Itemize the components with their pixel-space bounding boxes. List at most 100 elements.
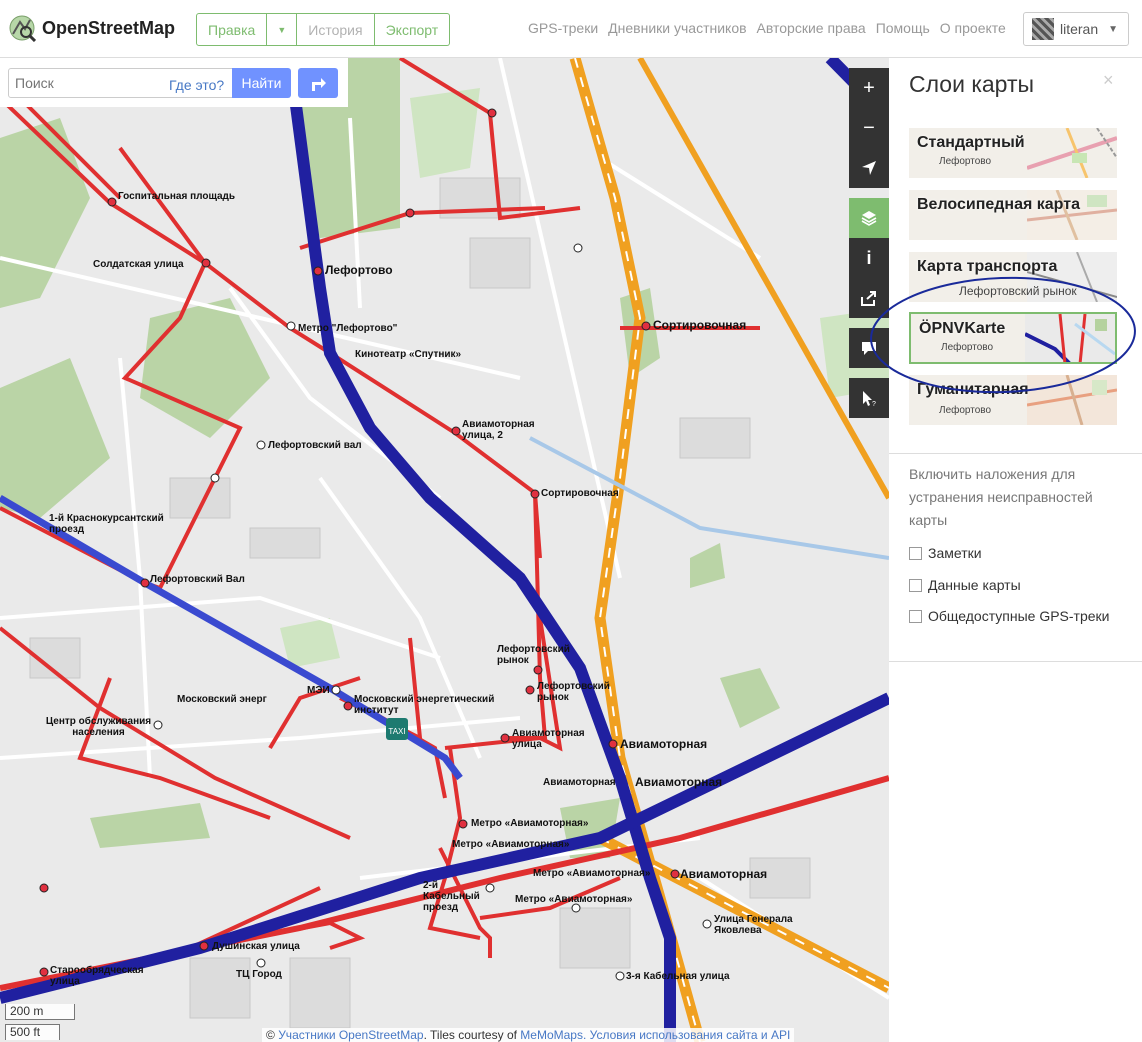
nav-copyright[interactable]: Авторские права [757, 20, 866, 36]
top-nav: GPS-треки Дневники участников Авторские … [528, 20, 1006, 36]
plus-icon: + [863, 76, 875, 99]
map-label: Сортировочная [653, 318, 747, 332]
map-label: МЭИ [307, 685, 330, 696]
terms-link[interactable]: . Условия использования сайта и API [583, 1028, 790, 1042]
layer-sublabel: Лефортово [939, 156, 992, 167]
history-button[interactable]: История [297, 13, 375, 46]
map-label: 1-й Краснокурсантский проезд [49, 513, 164, 535]
map-label: Центр обслуживания населения [45, 716, 152, 738]
map-label: Солдатская улица [93, 259, 184, 270]
map-label: Госпитальная площадь [118, 191, 236, 202]
map-label: 3-я Кабельная улица [626, 971, 730, 982]
map-label: Авиамоторная [680, 867, 768, 881]
map-label: Авиамоторная улица [512, 728, 585, 750]
nav-user-diaries[interactable]: Дневники участников [608, 20, 746, 36]
scale-metric: 200 m [5, 1004, 75, 1020]
map-label: Авиамоторная улица, 2 [462, 419, 535, 441]
nav-about[interactable]: О проекте [940, 20, 1006, 36]
map-label: Авиамоторная [635, 775, 723, 789]
divider [889, 453, 1142, 454]
map-label: Метро "Лефортово" [298, 323, 398, 334]
header: OpenStreetMap Правка ▼ История Экспорт G… [0, 0, 1142, 58]
map-label: Авиамоторная [620, 737, 708, 751]
map-label: Кинотеатр «Спутник» [355, 349, 462, 360]
username: literan [1060, 21, 1099, 37]
map-label: Лефортовский вал [268, 440, 362, 451]
map-label: Метро «Авиамоторная» [515, 894, 633, 905]
layer-name: Стандартный [917, 134, 1025, 151]
divider [889, 661, 1142, 662]
map-label: Душинская улица [212, 941, 300, 952]
user-menu[interactable]: literan ▼ [1023, 12, 1129, 46]
map-label: Лефортовский Вал [150, 574, 245, 585]
map-label: Метро «Авиамоторная» [533, 868, 651, 879]
locate-arrow-icon [862, 161, 876, 175]
map-label: Лефортовский рынок [537, 681, 610, 703]
overlay-gps-row[interactable]: Общедоступные GPS-треки [909, 608, 1109, 624]
map-label: Лефортово [325, 263, 393, 277]
edit-button[interactable]: Правка [196, 13, 268, 46]
gps-traces-checkbox[interactable] [909, 609, 922, 623]
layer-standard[interactable]: Стандартный Лефортово [909, 128, 1117, 178]
annotation-circle [870, 276, 1136, 394]
search-submit-button[interactable]: Найти [232, 68, 291, 98]
locate-button[interactable] [849, 148, 889, 188]
map-label: 2-й Кабельный проезд [423, 880, 480, 913]
map-data-checkbox[interactable] [909, 578, 922, 592]
map-label: Улица Генерала Яковлева [714, 914, 793, 936]
overlay-label: Общедоступные GPS-треки [928, 608, 1110, 624]
map-label: Метро «Авиамоторная» [452, 839, 570, 850]
layers-icon [861, 211, 877, 226]
sidebar-title: Слои карты [909, 71, 1035, 97]
map-label: Сортировочная [541, 488, 619, 499]
edit-dropdown-button[interactable]: ▼ [267, 13, 298, 46]
map-label: Московский энерг [177, 694, 267, 705]
map-canvas[interactable]: TAXI Госпитальная площадь Солдатская ули… [0, 58, 889, 1042]
close-icon[interactable]: × [1103, 70, 1114, 91]
where-is-this-link[interactable]: Где это? [169, 77, 224, 93]
layer-sublabel: Лефортово [939, 405, 992, 416]
map-label: Лефортовский рынок [497, 644, 570, 666]
overlay-notes-row[interactable]: Заметки [909, 545, 982, 561]
avatar [1032, 18, 1054, 40]
search-bar: Где это? Найти [0, 58, 348, 107]
map-label: Метро «Авиамоторная» [471, 818, 589, 829]
directions-button[interactable] [298, 68, 338, 98]
layer-name: Велосипедная карта [917, 196, 1080, 213]
layers-sidebar: Слои карты × Стандартный Лефортово Велос… [889, 58, 1142, 1042]
layer-cycle-map[interactable]: Велосипедная карта [909, 190, 1117, 240]
export-button[interactable]: Экспорт [374, 13, 451, 46]
memomaps-link[interactable]: MeMoMaps [520, 1028, 583, 1042]
overlay-label: Данные карты [928, 577, 1021, 593]
caret-down-icon: ▼ [1108, 23, 1119, 35]
logo-text: OpenStreetMap [42, 17, 176, 38]
attribution-prefix: © [266, 1028, 275, 1042]
directions-icon [312, 78, 326, 91]
overlay-map-data-row[interactable]: Данные карты [909, 577, 1021, 593]
zoom-out-button[interactable]: − [849, 108, 889, 148]
svg-text:TAXI: TAXI [388, 727, 405, 736]
map-label: ТЦ Город [236, 969, 282, 980]
map-label: Старообрядческая улица [50, 965, 144, 987]
overlay-label: Заметки [928, 545, 982, 561]
info-icon: i [866, 247, 872, 268]
nav-gps-traces[interactable]: GPS-треки [528, 20, 598, 36]
overlay-note: Включить наложения для устранения неиспр… [909, 466, 1093, 528]
attribution-text: . Tiles courtesy of [423, 1028, 517, 1042]
svg-text:?: ? [872, 401, 876, 407]
logo[interactable]: OpenStreetMap [8, 14, 175, 42]
notes-checkbox[interactable] [909, 546, 922, 560]
edit-button-group: Правка ▼ История Экспорт [196, 13, 451, 46]
map-label: Авиамоторная [543, 777, 616, 788]
caret-down-icon: ▼ [277, 24, 287, 35]
scale-imperial: 500 ft [5, 1024, 60, 1040]
layers-button[interactable] [849, 198, 889, 238]
map-label: Московский энергетический институт [354, 694, 495, 716]
osm-logo-icon [9, 15, 36, 42]
zoom-in-button[interactable]: + [849, 68, 889, 108]
minus-icon: − [863, 116, 875, 139]
attribution: © Участники OpenStreetMap. Tiles courtes… [262, 1028, 795, 1042]
osm-contributors-link[interactable]: Участники OpenStreetMap [278, 1028, 423, 1042]
layer-thumbnail [1027, 128, 1117, 178]
nav-help[interactable]: Помощь [876, 20, 930, 36]
